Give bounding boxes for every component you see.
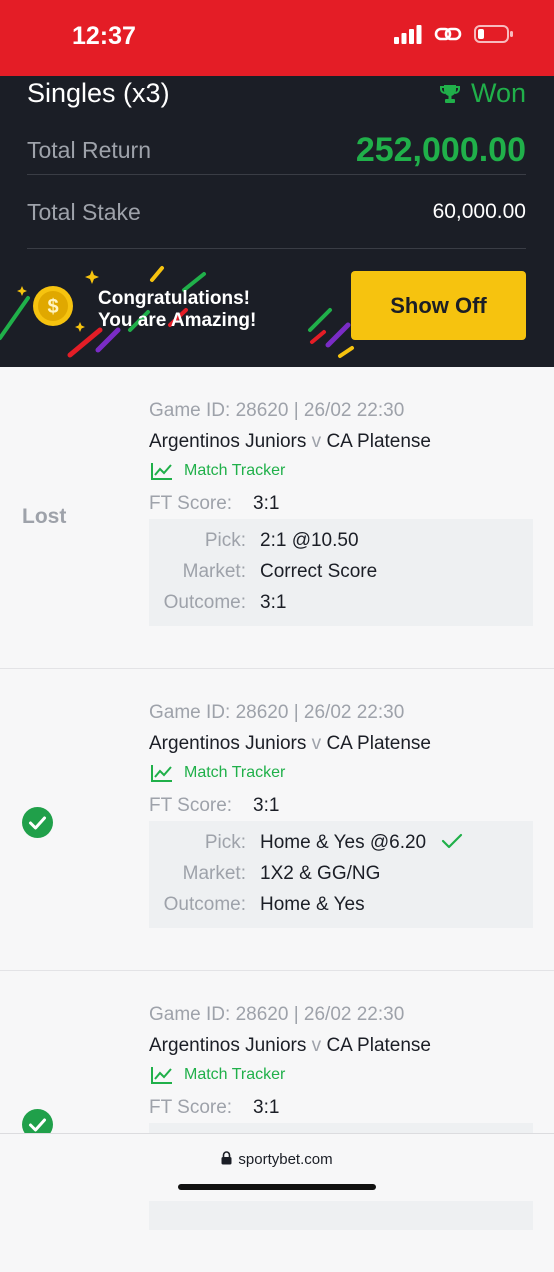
bet-type: Singles (x3)	[27, 78, 170, 108]
ft-score-label: FT Score:	[149, 795, 233, 816]
ft-score-value: 3:1	[253, 493, 280, 514]
lock-icon	[221, 1151, 232, 1165]
browser-bottom-bar: sportybet.com	[0, 1133, 554, 1201]
pick-value: 2:1 @10.50	[260, 530, 359, 551]
won-label: Won	[470, 78, 526, 108]
congrats-text: Congratulations! You are Amazing!	[98, 288, 256, 332]
versus-label: v	[311, 431, 322, 452]
match-tracker-link[interactable]: Match Tracker	[150, 763, 285, 783]
outcome-label: Outcome:	[163, 592, 246, 613]
url-text: sportybet.com	[238, 1151, 333, 1168]
status-bar: 12:37	[0, 0, 554, 76]
bet-summary: Singles (x3) Won Total Return 252,000.00…	[0, 76, 554, 250]
market-label: Market:	[182, 561, 246, 582]
chart-icon	[151, 463, 172, 480]
total-stake-label: Total Stake	[27, 199, 141, 225]
game-id: Game ID: 28620 | 26/02 22:30	[149, 1004, 405, 1025]
status-icons	[394, 24, 514, 44]
ft-score-value: 3:1	[253, 1097, 280, 1118]
home-indicator[interactable]	[178, 1184, 376, 1190]
versus-label: v	[311, 1035, 322, 1056]
won-check-icon	[22, 807, 53, 838]
checkmark-icon	[442, 833, 463, 849]
bet-card: Game ID: 28620 | 26/02 22:30 Argentinos …	[0, 971, 554, 1272]
game-id: Game ID: 28620 | 26/02 22:30	[149, 400, 405, 421]
match-teams: Argentinos Juniors v CA Platense	[149, 1035, 431, 1057]
match-teams: Argentinos Juniors v CA Platense	[149, 431, 431, 453]
match-tracker-label: Match Tracker	[184, 1066, 286, 1083]
outcome-value: 3:1	[260, 592, 287, 613]
ft-score-label: FT Score:	[149, 493, 233, 514]
trophy-icon	[439, 84, 460, 103]
divider	[27, 248, 526, 249]
match-tracker-link[interactable]: Match Tracker	[150, 1065, 285, 1085]
url-bar[interactable]: sportybet.com	[0, 1151, 554, 1168]
show-off-button[interactable]: Show Off	[351, 271, 526, 340]
home-team: Argentinos Juniors	[149, 1035, 307, 1056]
total-stake-value: 60,000.00	[432, 200, 526, 223]
pick-text: Home & Yes @6.20	[260, 832, 427, 853]
signal-icon	[394, 25, 422, 44]
match-tracker-link[interactable]: Match Tracker	[150, 461, 285, 481]
match-tracker-label: Match Tracker	[184, 462, 286, 479]
pick-value: Home & Yes @6.20	[260, 832, 463, 854]
chart-icon	[151, 765, 172, 782]
svg-text:$: $	[47, 296, 58, 318]
link-icon	[434, 27, 462, 41]
pick-details: Pick: Home & Yes @6.20 Market: 1X2 & GG/…	[149, 821, 533, 928]
congrats-line1: Congratulations!	[98, 288, 250, 309]
status-time: 12:37	[72, 22, 136, 50]
market-value: Correct Score	[260, 561, 378, 582]
home-team: Argentinos Juniors	[149, 733, 307, 754]
congrats-line2: You are Amazing!	[98, 310, 257, 331]
divider	[27, 174, 526, 175]
pick-label: Pick:	[204, 832, 246, 853]
total-return-value: 252,000.00	[355, 131, 526, 169]
versus-label: v	[311, 733, 322, 754]
ft-score-label: FT Score:	[149, 1097, 233, 1118]
pick-details: Pick: 2:1 @10.50 Market: Correct Score O…	[149, 519, 533, 626]
chart-icon	[151, 1067, 172, 1084]
pick-label: Pick:	[204, 530, 246, 551]
away-team: CA Platense	[326, 1035, 432, 1056]
match-tracker-label: Match Tracker	[184, 764, 286, 781]
congrats-banner: $ Congratulations! You are Amazing! Show…	[0, 250, 554, 367]
outcome-value: Home & Yes	[260, 894, 365, 915]
game-id: Game ID: 28620 | 26/02 22:30	[149, 702, 405, 723]
bet-card: Lost Game ID: 28620 | 26/02 22:30 Argent…	[0, 367, 554, 669]
bet-status: Won	[439, 78, 526, 109]
battery-icon	[474, 25, 513, 43]
outcome-label: Outcome:	[163, 894, 246, 915]
bet-status-lost: Lost	[22, 505, 67, 528]
away-team: CA Platense	[326, 733, 432, 754]
market-label: Market:	[182, 863, 246, 884]
total-return-label: Total Return	[27, 137, 152, 163]
ft-score-value: 3:1	[253, 795, 280, 816]
away-team: CA Platense	[326, 431, 432, 452]
bet-card: Game ID: 28620 | 26/02 22:30 Argentinos …	[0, 669, 554, 971]
market-value: 1X2 & GG/NG	[260, 863, 381, 884]
match-teams: Argentinos Juniors v CA Platense	[149, 733, 431, 755]
home-team: Argentinos Juniors	[149, 431, 307, 452]
